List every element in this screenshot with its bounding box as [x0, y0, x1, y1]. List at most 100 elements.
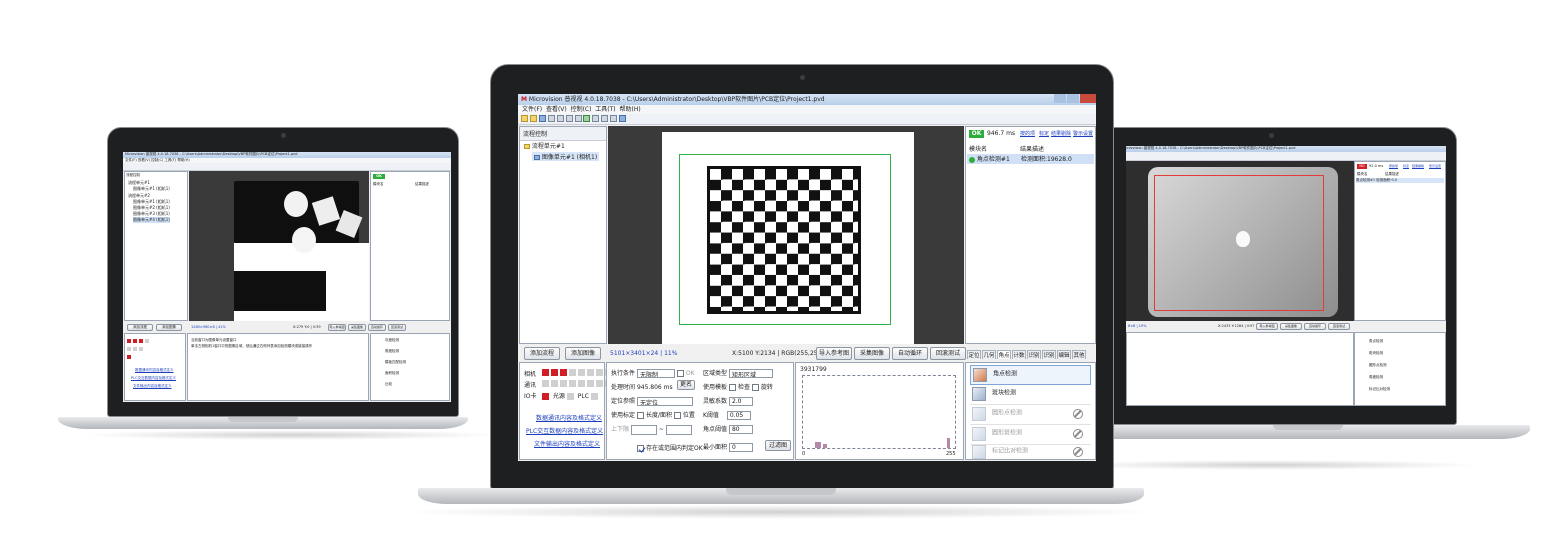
rename-button[interactable]: 更名: [677, 380, 695, 390]
loop-test-button[interactable]: 回滚测试: [930, 347, 966, 360]
zoom-out-icon[interactable]: [574, 115, 582, 122]
tab-geometry[interactable]: 几何: [982, 350, 996, 359]
right-load-ref-button[interactable]: 导入参考图: [1256, 323, 1278, 330]
filter-image-button[interactable]: 过滤图: [765, 440, 791, 451]
left-link-plc[interactable]: PLC交互数据内容及格式定义: [131, 376, 176, 381]
sensitivity-input[interactable]: 2.0: [728, 397, 753, 406]
result-link-3[interactable]: 警示设置: [1073, 130, 1093, 137]
right-link[interactable]: 警示设置: [1429, 164, 1441, 168]
camera-icon[interactable]: [601, 115, 609, 122]
right-capture-button[interactable]: 采集图像: [1280, 323, 1302, 330]
tool-circle-point-detect[interactable]: 圆形点检测: [970, 405, 1091, 425]
tree-child[interactable]: 图像单元#1 (相机1): [532, 152, 600, 161]
reference-select[interactable]: 无定位: [636, 397, 693, 406]
zoom-in-icon[interactable]: [565, 115, 573, 122]
left-tool-item[interactable]: 灰度检测: [385, 338, 399, 343]
menu-tools[interactable]: 工具(T): [595, 106, 615, 113]
tab-other[interactable]: 其他: [1072, 350, 1086, 359]
tab-locate[interactable]: 定位: [967, 350, 981, 359]
left-load-ref-button[interactable]: 导入参考图: [328, 324, 346, 331]
tool-blob-detect[interactable]: 斑块检测: [970, 385, 1091, 405]
settings-icon[interactable]: [547, 115, 555, 122]
right-loop-button[interactable]: 回滚测试: [1328, 323, 1350, 330]
tree-item-selected[interactable]: 图像单元#4 (相机1): [133, 217, 170, 223]
tab-corner[interactable]: 角点: [997, 350, 1011, 359]
tree-root[interactable]: 流程单元#1: [524, 141, 565, 150]
tree-item[interactable]: 图像单元#1 (相机1): [133, 186, 170, 192]
save-icon[interactable]: [538, 115, 546, 122]
open-icon[interactable]: [529, 115, 537, 122]
tool-mark-compare-detect[interactable]: 标记比对检测: [970, 443, 1091, 461]
left-loop-button[interactable]: 回滚测试: [388, 324, 406, 331]
link-data-comm-format[interactable]: 数据通讯内容及格式定义: [536, 413, 602, 422]
menu-control[interactable]: 控制(C): [571, 106, 592, 113]
zoom-fit-icon[interactable]: [556, 115, 564, 122]
length-area-checkbox[interactable]: [636, 412, 644, 419]
center-title-bar: M Microvision 普视视 4.0.18.7038 - C:\Users…: [518, 94, 1096, 105]
right-tool-item[interactable]: 角点检测: [1369, 339, 1383, 344]
load-reference-button[interactable]: 导入参考图: [816, 347, 852, 360]
left-link-data-comm[interactable]: 数据通讯内容及格式定义: [135, 368, 174, 373]
tab-identify[interactable]: 识别: [1042, 350, 1056, 359]
link-file-output-format[interactable]: 文件输出内容及格式定义: [534, 439, 600, 448]
maximize-icon[interactable]: [1067, 94, 1079, 103]
close-icon[interactable]: [1080, 94, 1096, 103]
right-auto-button[interactable]: 自动循环: [1304, 323, 1326, 330]
process-time: 946.7 ms: [987, 130, 1016, 137]
right-link[interactable]: 按的项: [1389, 164, 1398, 168]
exec-condition-select[interactable]: 无限制: [636, 369, 675, 378]
result-row[interactable]: 角点检测#1 检测面积:19628.0: [967, 154, 1094, 164]
capture-image-button[interactable]: 采集图像: [854, 347, 890, 360]
range-max-input[interactable]: [665, 424, 692, 435]
add-image-button[interactable]: 添加图像: [565, 347, 601, 360]
info-icon[interactable]: [619, 115, 627, 122]
right-link[interactable]: 标定: [1403, 164, 1409, 168]
left-tool-item[interactable]: 比较: [385, 382, 392, 387]
menu-file[interactable]: 文件(F): [522, 106, 542, 113]
play-icon[interactable]: [583, 115, 591, 122]
min-area-input[interactable]: 0: [728, 443, 753, 452]
stop-icon[interactable]: [592, 115, 600, 122]
camera-indicator: 相机: [524, 369, 612, 378]
left-auto-button[interactable]: 自动循环: [368, 324, 386, 331]
tool-circle-spot-detect[interactable]: 圆形斑检测: [970, 425, 1091, 445]
left-tool-item[interactable]: 角度检测: [385, 349, 399, 354]
position-checkbox[interactable]: [673, 412, 681, 419]
grid-icon[interactable]: [610, 115, 618, 122]
new-icon[interactable]: [521, 115, 528, 122]
tab-recognize[interactable]: 识别: [1027, 350, 1041, 359]
right-result-row[interactable]: 角点检测#1 检测面积:0.0: [1356, 178, 1444, 183]
left-capture-button[interactable]: 采集图像: [348, 324, 366, 331]
left-tool-item[interactable]: 模板匹配检测: [385, 360, 406, 365]
result-link-0[interactable]: 按的项: [1020, 130, 1035, 137]
left-add-image-button[interactable]: 添加图像: [156, 324, 182, 331]
ok-checkbox[interactable]: [676, 370, 684, 377]
auto-loop-button[interactable]: 自动循环: [892, 347, 928, 360]
left-add-flow-button[interactable]: 添加流程: [127, 324, 153, 331]
link-plc-format[interactable]: PLC交互数据内容及格式定义: [526, 426, 603, 435]
right-tool-item[interactable]: 角度检测: [1369, 375, 1383, 380]
tool-corner-detect[interactable]: 角点检测: [970, 365, 1091, 385]
range-min-input[interactable]: [630, 424, 657, 435]
right-tool-item[interactable]: 斑块检测: [1369, 351, 1383, 356]
tab-edit[interactable]: 编辑: [1057, 350, 1071, 359]
left-link-file[interactable]: 文件输出内容及格式定义: [133, 384, 172, 389]
menu-view[interactable]: 查看(V): [546, 106, 567, 113]
tab-count[interactable]: 计数: [1012, 350, 1026, 359]
add-flow-button[interactable]: 添加流程: [524, 347, 560, 360]
result-link-2[interactable]: 结果剔除: [1051, 130, 1071, 137]
tool-tabs: 定位 几何 角点 计数 识别 识别 编辑 其他: [967, 350, 1087, 359]
left-tool-item[interactable]: 面积检测: [385, 371, 399, 376]
right-tool-item[interactable]: 圆形点检测: [1369, 363, 1387, 368]
rotate-checkbox[interactable]: [751, 384, 759, 391]
check-checkbox[interactable]: [728, 384, 736, 391]
right-link[interactable]: 结果剔除: [1412, 164, 1424, 168]
exist-ok-checkbox[interactable]: [637, 445, 644, 452]
result-link-1[interactable]: 标定: [1039, 130, 1049, 137]
k-threshold-input[interactable]: 0.05: [726, 411, 751, 420]
corner-threshold-input[interactable]: 80: [728, 425, 753, 434]
minimize-icon[interactable]: [1054, 94, 1066, 103]
right-tool-item[interactable]: 标记比对检测: [1369, 387, 1390, 392]
menu-help[interactable]: 帮助(H): [619, 106, 640, 113]
region-type-select[interactable]: 矩形区域: [728, 369, 773, 378]
